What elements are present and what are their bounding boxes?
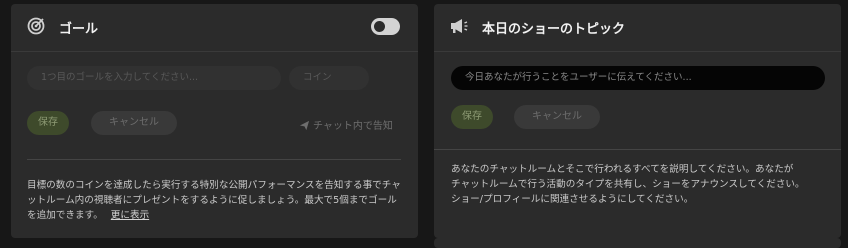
megaphone-icon [449, 16, 469, 36]
coin-input[interactable]: コイン [289, 66, 369, 90]
topic-save-button[interactable]: 保存 [451, 105, 493, 129]
paper-plane-icon [299, 120, 310, 131]
topic-description: あなたのチャットルームとそこで行われるすべてを説明してください。あなたが チャッ… [451, 162, 836, 207]
toggle-knob [374, 21, 385, 32]
topic-description-line: あなたのチャットルームとそこで行われるすべてを説明してください。あなたが [451, 164, 794, 175]
target-icon [26, 16, 46, 36]
goal-save-button[interactable]: 保存 [27, 111, 69, 135]
next-panel-edge [434, 238, 841, 248]
show-more-link[interactable]: 更に表示 [111, 210, 149, 221]
topic-description-line: チャットルームで行う活動のタイプを共有し、ショーをアナウンスしてください。 [451, 179, 805, 190]
topic-panel-title: 本日のショーのトピック [482, 22, 626, 37]
topic-divider [434, 149, 841, 150]
topic-panel-header: 本日のショーのトピック [434, 4, 841, 52]
topic-input[interactable]: 今日あなたが行うことをユーザーに伝えてください... [451, 66, 825, 90]
goal-panel-title: ゴール [59, 22, 99, 37]
goal-divider [27, 159, 401, 160]
topic-description-line: ショー/プロフィールに関連させるようにしてください。 [451, 194, 694, 205]
goal-panel: ゴール 1つ目のゴールを入力してください... コイン 保存 キャンセル チャッ… [11, 4, 418, 238]
topic-panel: 本日のショーのトピック 今日あなたが行うことをユーザーに伝えてください... 保… [434, 4, 841, 238]
goal-cancel-button[interactable]: キャンセル [91, 111, 177, 135]
goal-description: 目標の数のコインを達成したら実行する特別な公開パフォーマンスを告知する事でチャッ… [27, 178, 405, 223]
goal-description-text: 目標の数のコインを達成したら実行する特別な公開パフォーマンスを告知する事でチャッ… [27, 180, 401, 221]
goal-input[interactable]: 1つ目のゴールを入力してください... [27, 66, 281, 90]
topic-cancel-button[interactable]: キャンセル [514, 105, 600, 129]
goal-panel-header: ゴール [11, 4, 418, 52]
notify-label: チャット内で告知 [313, 121, 393, 132]
notify-in-chat-button[interactable]: チャット内で告知 [299, 117, 393, 132]
goal-toggle[interactable] [371, 18, 400, 35]
